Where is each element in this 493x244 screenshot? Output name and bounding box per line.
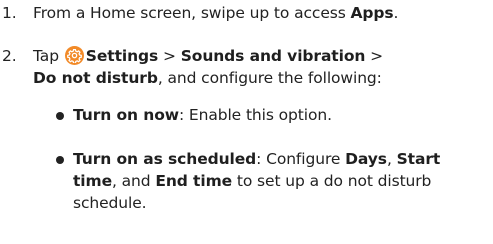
sounds-label: Sounds and vibration (180, 47, 366, 65)
instructions: 1. From a Home screen, swipe up to acces… (0, 0, 493, 244)
settings-label: Settings (85, 47, 159, 65)
gear-icon (64, 46, 84, 65)
bullet-dot (56, 156, 64, 164)
bullet-item: Turn on as scheduled: Configure Days, St… (73, 150, 441, 212)
apps-label: Apps (350, 4, 394, 22)
step-number: 2. (2, 47, 17, 65)
bullet-dot (56, 112, 64, 120)
bullet-item: Turn on now: Enable this option. (73, 106, 332, 124)
step-number: 1. (2, 4, 17, 22)
dnd-label: Do not disturb (33, 69, 158, 87)
